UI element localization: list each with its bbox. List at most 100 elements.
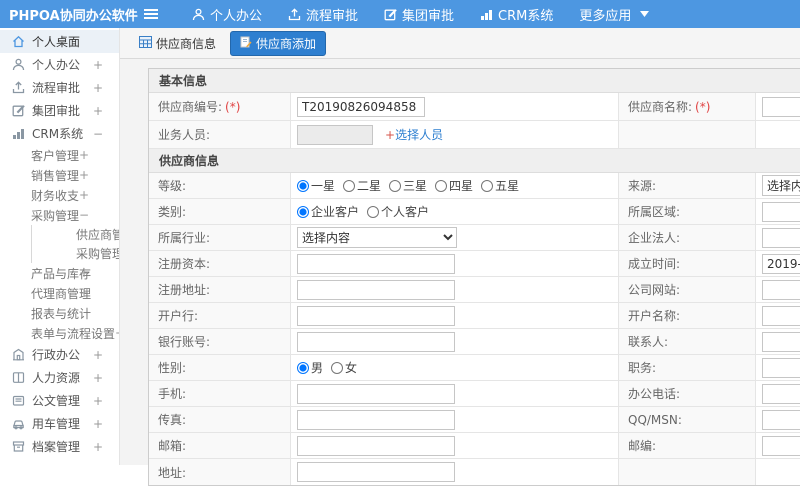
sidebar-item-supplier-management[interactable]: 供应商管理 [31, 225, 119, 244]
expander-icon[interactable]: + [93, 371, 103, 385]
account-name-input[interactable] [762, 306, 800, 326]
supplier-no-input[interactable] [297, 97, 425, 117]
field-label: 银行账号: [149, 329, 291, 354]
level-radio-5star[interactable]: 五星 [481, 177, 519, 194]
sidebar-item-vehicle-management[interactable]: 用车管理 + [0, 412, 119, 435]
expander-icon[interactable]: + [93, 58, 103, 72]
sidebar-item-form-workflow-settings[interactable]: 表单与流程设置+ [0, 323, 119, 343]
field-label: 性别: [149, 355, 291, 380]
sidebar-item-reports-statistics[interactable]: 报表与统计 [0, 303, 119, 323]
founded-date-input[interactable] [762, 254, 800, 274]
collapse-icon[interactable]: − [79, 208, 89, 222]
menu-toggle-button[interactable] [136, 8, 166, 20]
app-logo: PHPOA协同办公软件 [0, 5, 128, 24]
field-label: 邮箱: [149, 433, 291, 458]
user-icon [12, 58, 25, 71]
level-radio-3star[interactable]: 三星 [389, 177, 427, 194]
sidebar-item-agent-management[interactable]: 代理商管理 + [0, 283, 119, 303]
expander-icon[interactable]: + [79, 266, 89, 280]
field-label: 成立时间: [619, 251, 756, 276]
bank-account-input[interactable] [297, 332, 455, 352]
section-header-basic-info: 基本信息 [149, 69, 800, 93]
supplier-name-input[interactable] [762, 97, 800, 117]
expander-icon[interactable]: + [79, 148, 89, 162]
expander-icon[interactable]: + [79, 188, 89, 202]
sidebar-item-customer-management[interactable]: 客户管理 + [0, 145, 119, 165]
level-radio-4star[interactable]: 四星 [435, 177, 473, 194]
expander-icon[interactable]: + [93, 440, 103, 454]
region-input[interactable] [762, 202, 800, 222]
category-radio-personal[interactable]: 个人客户 [367, 203, 429, 220]
collapse-icon[interactable]: − [93, 127, 103, 141]
level-radio-2star[interactable]: 二星 [343, 177, 381, 194]
topnav-workflow-approval[interactable]: 流程审批 [288, 5, 358, 24]
tab-supplier-add[interactable]: 供应商添加 [230, 31, 326, 56]
topnav-group-approval[interactable]: 集团审批 [384, 5, 454, 24]
topnav-personal-office[interactable]: 个人办公 [192, 5, 262, 24]
sidebar-item-products-inventory[interactable]: 产品与库存 + [0, 263, 119, 283]
expander-icon[interactable]: + [93, 394, 103, 408]
sidebar-item-document-management[interactable]: 公文管理 + [0, 389, 119, 412]
expander-icon[interactable]: + [115, 326, 120, 340]
field-label: QQ/MSN: [619, 407, 756, 432]
sidebar-item-personal-office[interactable]: 个人办公 + [0, 53, 119, 76]
sidebar-item-workflow-approval[interactable]: 流程审批 + [0, 76, 119, 99]
gender-radio-male[interactable]: 男 [297, 359, 323, 376]
source-select[interactable]: 选择内容 [762, 175, 800, 196]
form-row-supplier-no: 供应商编号: (*) 供应商名称: (*) [149, 93, 800, 121]
choose-person-link[interactable]: +选择人员 [385, 126, 443, 143]
user-icon [192, 8, 205, 21]
sidebar-item-purchase-management[interactable]: 采购管理 − [0, 205, 119, 225]
office-phone-input[interactable] [762, 384, 800, 404]
level-radio-1star[interactable]: 一星 [297, 177, 335, 194]
form-row-level: 等级: 一星 二星 三星 四星 五星 来源: 选择内容 [149, 173, 800, 199]
legal-person-input[interactable] [762, 228, 800, 248]
reg-capital-input[interactable] [297, 254, 455, 274]
gender-radio-female[interactable]: 女 [331, 359, 357, 376]
expander-icon[interactable]: + [79, 286, 89, 300]
email-input[interactable] [297, 436, 455, 456]
form-row-reg-address: 注册地址: 公司网站: [149, 277, 800, 303]
sidebar-item-crm-system[interactable]: CRM系统 − [0, 122, 119, 145]
expander-icon[interactable]: + [93, 104, 103, 118]
form-row-sales-person: 业务人员: +选择人员 [149, 121, 800, 149]
sidebar-item-personal-desktop[interactable]: 个人桌面 [0, 30, 119, 53]
sidebar-item-finance[interactable]: 财务收支 + [0, 185, 119, 205]
topnav-more-apps[interactable]: 更多应用 [579, 5, 649, 24]
sidebar-item-human-resources[interactable]: 人力资源 + [0, 366, 119, 389]
website-input[interactable] [762, 280, 800, 300]
qq-msn-input[interactable] [762, 410, 800, 430]
field-label: 所属行业: [149, 225, 291, 250]
contact-input[interactable] [762, 332, 800, 352]
reg-address-input[interactable] [297, 280, 455, 300]
mobile-input[interactable] [297, 384, 455, 404]
zip-input[interactable] [762, 436, 800, 456]
field-label: 开户行: [149, 303, 291, 328]
field-label: 业务人员: [149, 121, 291, 148]
fax-input[interactable] [297, 410, 455, 430]
sidebar-item-archive-management[interactable]: 档案管理 + [0, 435, 119, 458]
expander-icon[interactable]: + [93, 417, 103, 431]
bank-input[interactable] [297, 306, 455, 326]
sales-person-input[interactable] [297, 125, 373, 145]
sidebar-item-sales-management[interactable]: 销售管理 + [0, 165, 119, 185]
field-label: 企业法人: [619, 225, 756, 250]
industry-select[interactable]: 选择内容 [297, 227, 457, 248]
expander-icon[interactable]: + [93, 348, 103, 362]
topnav-crm-system[interactable]: CRM系统 [480, 5, 553, 24]
content-area: 基本信息 供应商编号: (*) 供应商名称: (*) 业务人员: [120, 59, 800, 465]
add-page-icon [240, 36, 252, 51]
sidebar-item-group-approval[interactable]: 集团审批 + [0, 99, 119, 122]
table-icon [139, 36, 152, 51]
expander-icon[interactable]: + [79, 168, 89, 182]
sidebar-item-administration[interactable]: 行政办公 + [0, 343, 119, 366]
tab-supplier-info[interactable]: 供应商信息 [133, 31, 222, 56]
expander-icon[interactable]: + [93, 81, 103, 95]
field-label: 手机: [149, 381, 291, 406]
category-radio-enterprise[interactable]: 企业客户 [297, 203, 359, 220]
sidebar-item-procurement-management[interactable]: 采购管理 [31, 244, 119, 263]
edit-icon [384, 8, 397, 21]
address-input[interactable] [297, 462, 455, 482]
position-input[interactable] [762, 358, 800, 378]
field-label: 办公电话: [619, 381, 756, 406]
